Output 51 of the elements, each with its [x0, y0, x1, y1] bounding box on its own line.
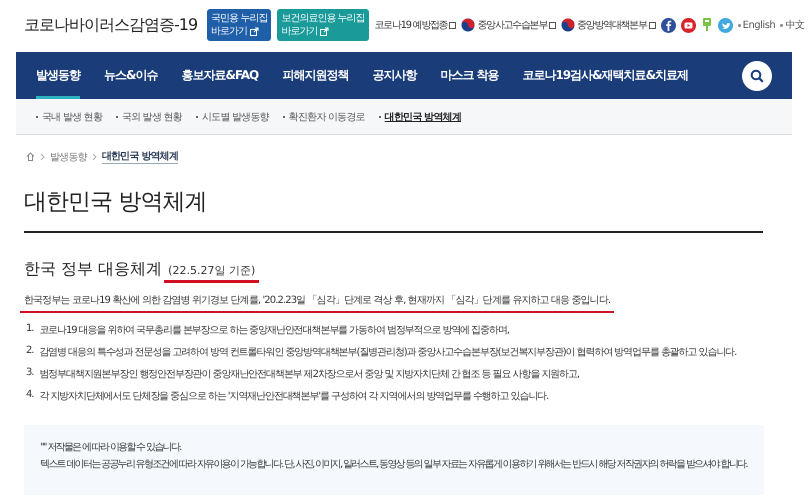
item-text: 각 지방자치단체에서도 단체장을 중심으로 하는 '지역재난안전대책본부'를 구성하여 각 지역에서의 방역업무를 수행하고 있습니다. — [39, 390, 548, 403]
nav-tab[interactable]: 뉴스&이슈 — [104, 52, 158, 99]
header-link[interactable]: 중앙사고수습본부 — [461, 18, 556, 32]
new-window-icon — [449, 22, 456, 28]
item-number: 3. — [26, 367, 34, 380]
nav-tab[interactable]: 피해지원정책 — [282, 52, 348, 99]
portal-button[interactable]: 국민용 누리집 바로가기 — [207, 9, 272, 41]
header-link[interactable]: 코로나19 예방접종 — [374, 18, 456, 32]
emblem-icon — [461, 18, 476, 32]
facebook-icon[interactable] — [660, 18, 676, 32]
new-window-icon — [549, 22, 556, 28]
sub-nav-link[interactable]: 국외 발생 현황 — [122, 110, 182, 124]
date-note: (22.5.27일 기준) — [164, 263, 260, 283]
header-link[interactable]: 중앙방역대책본부 — [561, 18, 656, 32]
nav-tab[interactable]: 마스크 착용 — [440, 52, 498, 99]
copyright-text: "" 저작물은 에 따라 이용할 수 있습니다. — [40, 441, 182, 454]
new-window-icon — [648, 22, 656, 28]
home-icon[interactable] — [26, 152, 35, 161]
bullet-icon — [780, 24, 784, 26]
emblem-icon — [561, 18, 576, 32]
nav-tab[interactable]: 코로나19검사&재택치료&치료제 — [522, 52, 688, 99]
item-text: 감염병 대응의 특수성과 전문성을 고려하여 방역 컨트롤타워인 중앙방역대책본부(질병관리청)과 중앙사고수습본부장(보건복지부장관)이 협력하여 방역업무를 총괄하고 있습니다. — [39, 346, 736, 359]
chevron-icon — [92, 152, 97, 160]
sub-nav-link[interactable]: 확진환자 이동경로 — [288, 110, 365, 124]
sub-nav-link[interactable]: 시도별 발생동향 — [202, 110, 269, 124]
section-heading: 한국 정부 대응체계 — [24, 259, 162, 280]
item-text: 코로나19 대응을 위하여 국무총리를 본부장으로 하는 중앙재난안전대책본부를 가동하여 범정부적으로 방역에 집중하며, — [39, 324, 509, 337]
item-text: 범정부대책지원본부장인 행정안전부장관이 중앙재난안전대책본부 제2차장으로서 중앙 및 지방자치단체 간 협조 등 필요 사항을 지원하고, — [39, 368, 579, 381]
external-link-icon — [320, 27, 330, 36]
search-button[interactable] — [742, 60, 772, 90]
item-number: 2. — [26, 345, 34, 358]
item-number: 4. — [26, 389, 34, 402]
sub-nav-link[interactable]: 대한민국 방역체계 — [384, 110, 461, 124]
page-title: 대한민국 방역체계 — [24, 186, 763, 233]
youtube-icon[interactable] — [680, 18, 696, 32]
breadcrumb-link[interactable]: 발생동향 — [50, 150, 87, 164]
nav-tab[interactable]: 홍보자료&FAQ — [181, 52, 258, 99]
search-icon — [750, 68, 764, 82]
language-link[interactable]: 中文 — [780, 18, 804, 32]
chevron-icon — [40, 152, 45, 160]
item-number: 1. — [26, 323, 34, 336]
site-logo[interactable]: 코로나바이러스감염증-19 — [24, 14, 198, 36]
external-link-icon — [250, 27, 260, 36]
sub-nav-link[interactable]: 국내 발생 현황 — [42, 110, 102, 124]
nav-tab[interactable]: 공지사항 — [372, 52, 416, 99]
bullet-icon — [738, 24, 741, 26]
intro-paragraph: 한국정부는 코로나19 확산에 의한 감염병 위기경보 단계를, '20.2.23일 「심각」단계로 격상 후, 현재까지 「심각」단계를 유지하고 대응 중입니다. — [20, 293, 614, 313]
language-link[interactable]: English — [738, 20, 776, 30]
twitter-icon[interactable] — [718, 18, 733, 32]
breadcrumb-link[interactable]: 대한민국 방역체계 — [102, 149, 178, 164]
copyright-text: 텍스트 데이터는 공공누리 유형조건에 따라 자유이용이 가능합니다. 단, 사진, 이미지, 일러스트, 동영상 등의 일부 자료는 자유롭게 이용하기 위해서는 반드시 해당 저작권자의 허락을 받으셔야 합니다. — [40, 458, 748, 471]
